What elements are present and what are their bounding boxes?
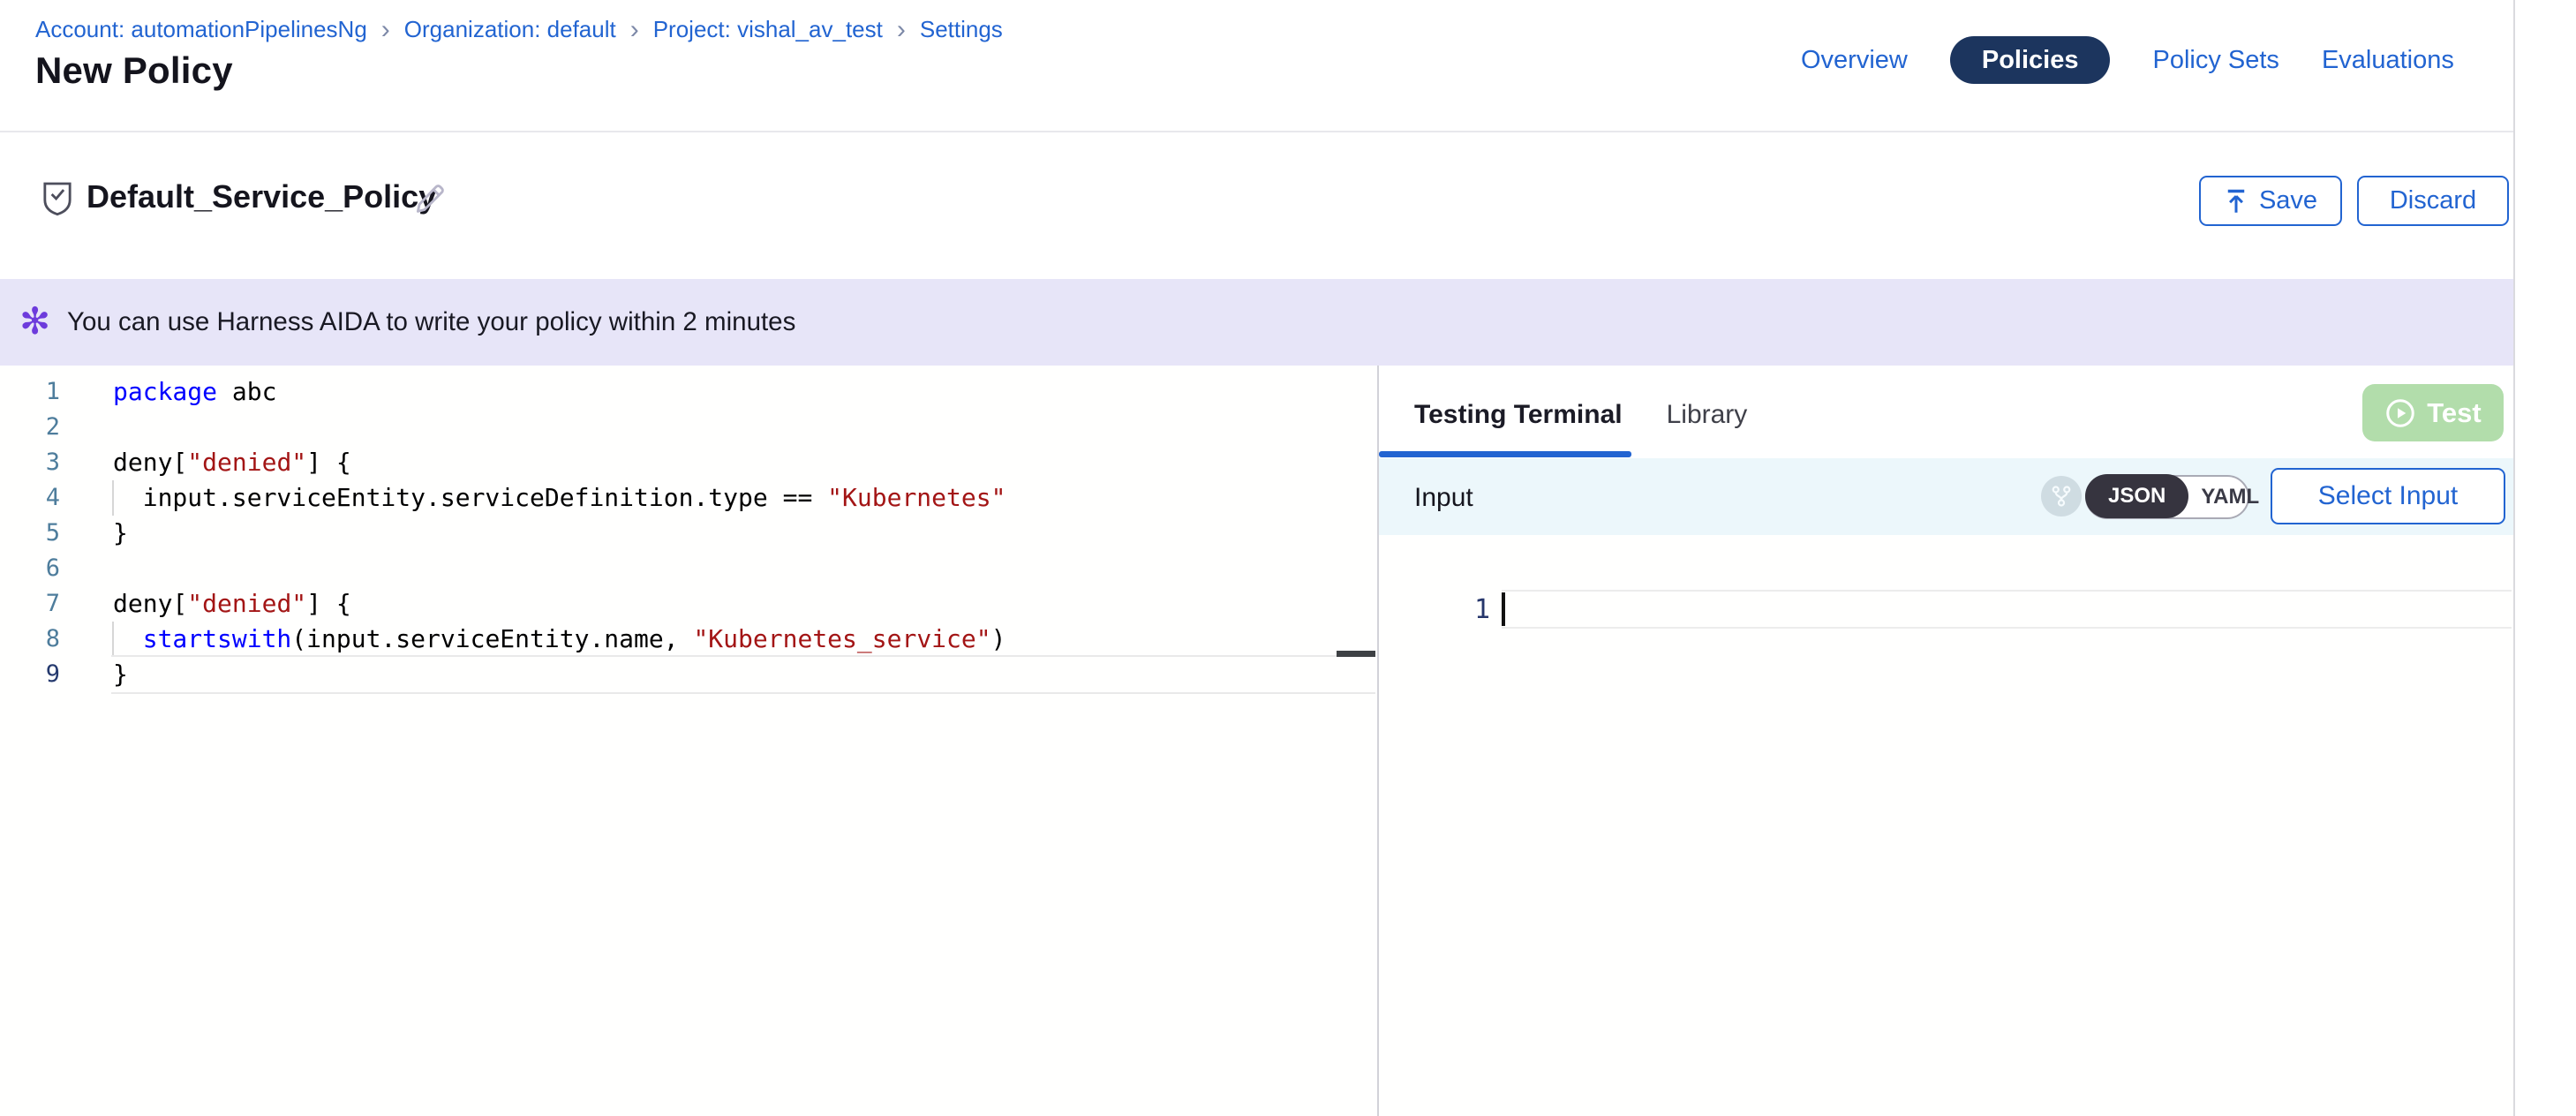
discard-button-label: Discard: [2390, 186, 2476, 215]
chevron-right-icon: ›: [630, 19, 639, 41]
code-text[interactable]: package abc: [113, 374, 276, 410]
active-tab-underline: [1379, 451, 1631, 457]
page-header: Account: automationPipelinesNg › Organiz…: [0, 0, 2513, 132]
line-number: 7: [0, 586, 60, 622]
code-line[interactable]: 4 input.serviceEntity.serviceDefinition.…: [0, 480, 1375, 516]
line-number: 4: [0, 480, 60, 516]
discard-button[interactable]: Discard: [2357, 176, 2509, 226]
breadcrumb: Account: automationPipelinesNg › Organiz…: [35, 16, 1003, 43]
tab-library[interactable]: Library: [1667, 400, 1748, 430]
breadcrumb-settings[interactable]: Settings: [920, 16, 1003, 43]
right-rail: [2513, 0, 2576, 1116]
input-section-header: Input JSON YAML Select Input: [1379, 458, 2513, 535]
breadcrumb-project[interactable]: Project: vishal_av_test: [653, 16, 883, 43]
breadcrumb-account[interactable]: Account: automationPipelinesNg: [35, 16, 367, 43]
code-text[interactable]: input.serviceEntity.serviceDefinition.ty…: [113, 480, 1006, 516]
line-number: 5: [0, 516, 60, 551]
tab-policy-sets[interactable]: Policy Sets: [2152, 46, 2278, 75]
toggle-json[interactable]: JSON: [2085, 474, 2188, 518]
input-current-line[interactable]: [1502, 590, 2512, 629]
tab-policies[interactable]: Policies: [1950, 36, 2111, 84]
breadcrumb-organization[interactable]: Organization: default: [404, 16, 616, 43]
tab-evaluations[interactable]: Evaluations: [2322, 46, 2454, 75]
input-json-editor[interactable]: 1: [1379, 535, 2513, 1116]
line-number: 8: [0, 622, 60, 657]
code-text[interactable]: startswith(input.serviceEntity.name, "Ku…: [113, 622, 1006, 657]
code-text[interactable]: deny["denied"] {: [113, 586, 351, 622]
code-line[interactable]: 5}: [0, 516, 1375, 551]
code-text[interactable]: }: [113, 657, 128, 692]
save-button-label: Save: [2259, 186, 2317, 215]
test-button-label: Test: [2427, 397, 2481, 429]
aida-banner-message: You can use Harness AIDA to write your p…: [67, 307, 795, 337]
code-text[interactable]: deny["denied"] {: [113, 445, 351, 480]
chevron-right-icon: ›: [897, 19, 906, 41]
line-number: 2: [0, 410, 60, 445]
text-cursor: [1502, 592, 1505, 626]
format-toggle: JSON YAML: [2085, 475, 2249, 519]
line-number: 3: [0, 445, 60, 480]
code-line[interactable]: 8 startswith(input.serviceEntity.name, "…: [0, 622, 1375, 657]
code-line[interactable]: 3 deny["denied"] {: [0, 445, 1375, 480]
input-line-number: 1: [1379, 592, 1490, 629]
code-line[interactable]: 6: [0, 551, 1375, 586]
line-number: 9: [0, 657, 60, 692]
code-line[interactable]: 7 deny["denied"] {: [0, 586, 1375, 622]
aida-flower-icon: ✻: [19, 300, 50, 343]
line-number: 1: [0, 374, 60, 410]
code-lines[interactable]: 1package abc23deny["denied"] {4 input.se…: [0, 374, 1375, 692]
chevron-right-icon: ›: [381, 19, 390, 41]
toggle-yaml[interactable]: YAML: [2188, 485, 2278, 509]
testing-panel-tabs: Testing Terminal Library: [1414, 387, 1747, 443]
save-button[interactable]: Save: [2199, 176, 2342, 226]
select-input-label: Select Input: [2318, 481, 2458, 511]
new-policy-page: Account: automationPipelinesNg › Organiz…: [0, 0, 2576, 1116]
policy-name: Default_Service_Policy: [87, 178, 436, 215]
code-line[interactable]: 2: [0, 410, 1375, 445]
policy-code-editor[interactable]: 1package abc23deny["denied"] {4 input.se…: [0, 366, 1377, 1116]
branch-icon[interactable]: [2041, 476, 2082, 517]
tab-testing-terminal[interactable]: Testing Terminal: [1414, 400, 1623, 430]
page-title: New Policy: [35, 49, 233, 92]
input-section-title: Input: [1414, 483, 1473, 513]
shield-check-icon: [42, 180, 72, 217]
code-line[interactable]: 9}: [0, 657, 1375, 692]
code-text[interactable]: }: [113, 516, 128, 551]
tab-overview[interactable]: Overview: [1801, 46, 1908, 75]
edit-pencil-icon[interactable]: [413, 182, 447, 215]
upload-icon: [2224, 188, 2248, 215]
play-circle-icon: [2384, 397, 2416, 429]
test-button[interactable]: Test: [2362, 384, 2504, 441]
overview-ruler-cursor: [1337, 651, 1375, 657]
select-input-button[interactable]: Select Input: [2271, 468, 2505, 524]
policy-nav-tabs: Overview Policies Policy Sets Evaluation…: [1801, 35, 2454, 85]
aida-banner: ✻ You can use Harness AIDA to write your…: [0, 279, 2513, 366]
code-line[interactable]: 1 package abc: [0, 374, 1375, 410]
line-number: 6: [0, 551, 60, 586]
